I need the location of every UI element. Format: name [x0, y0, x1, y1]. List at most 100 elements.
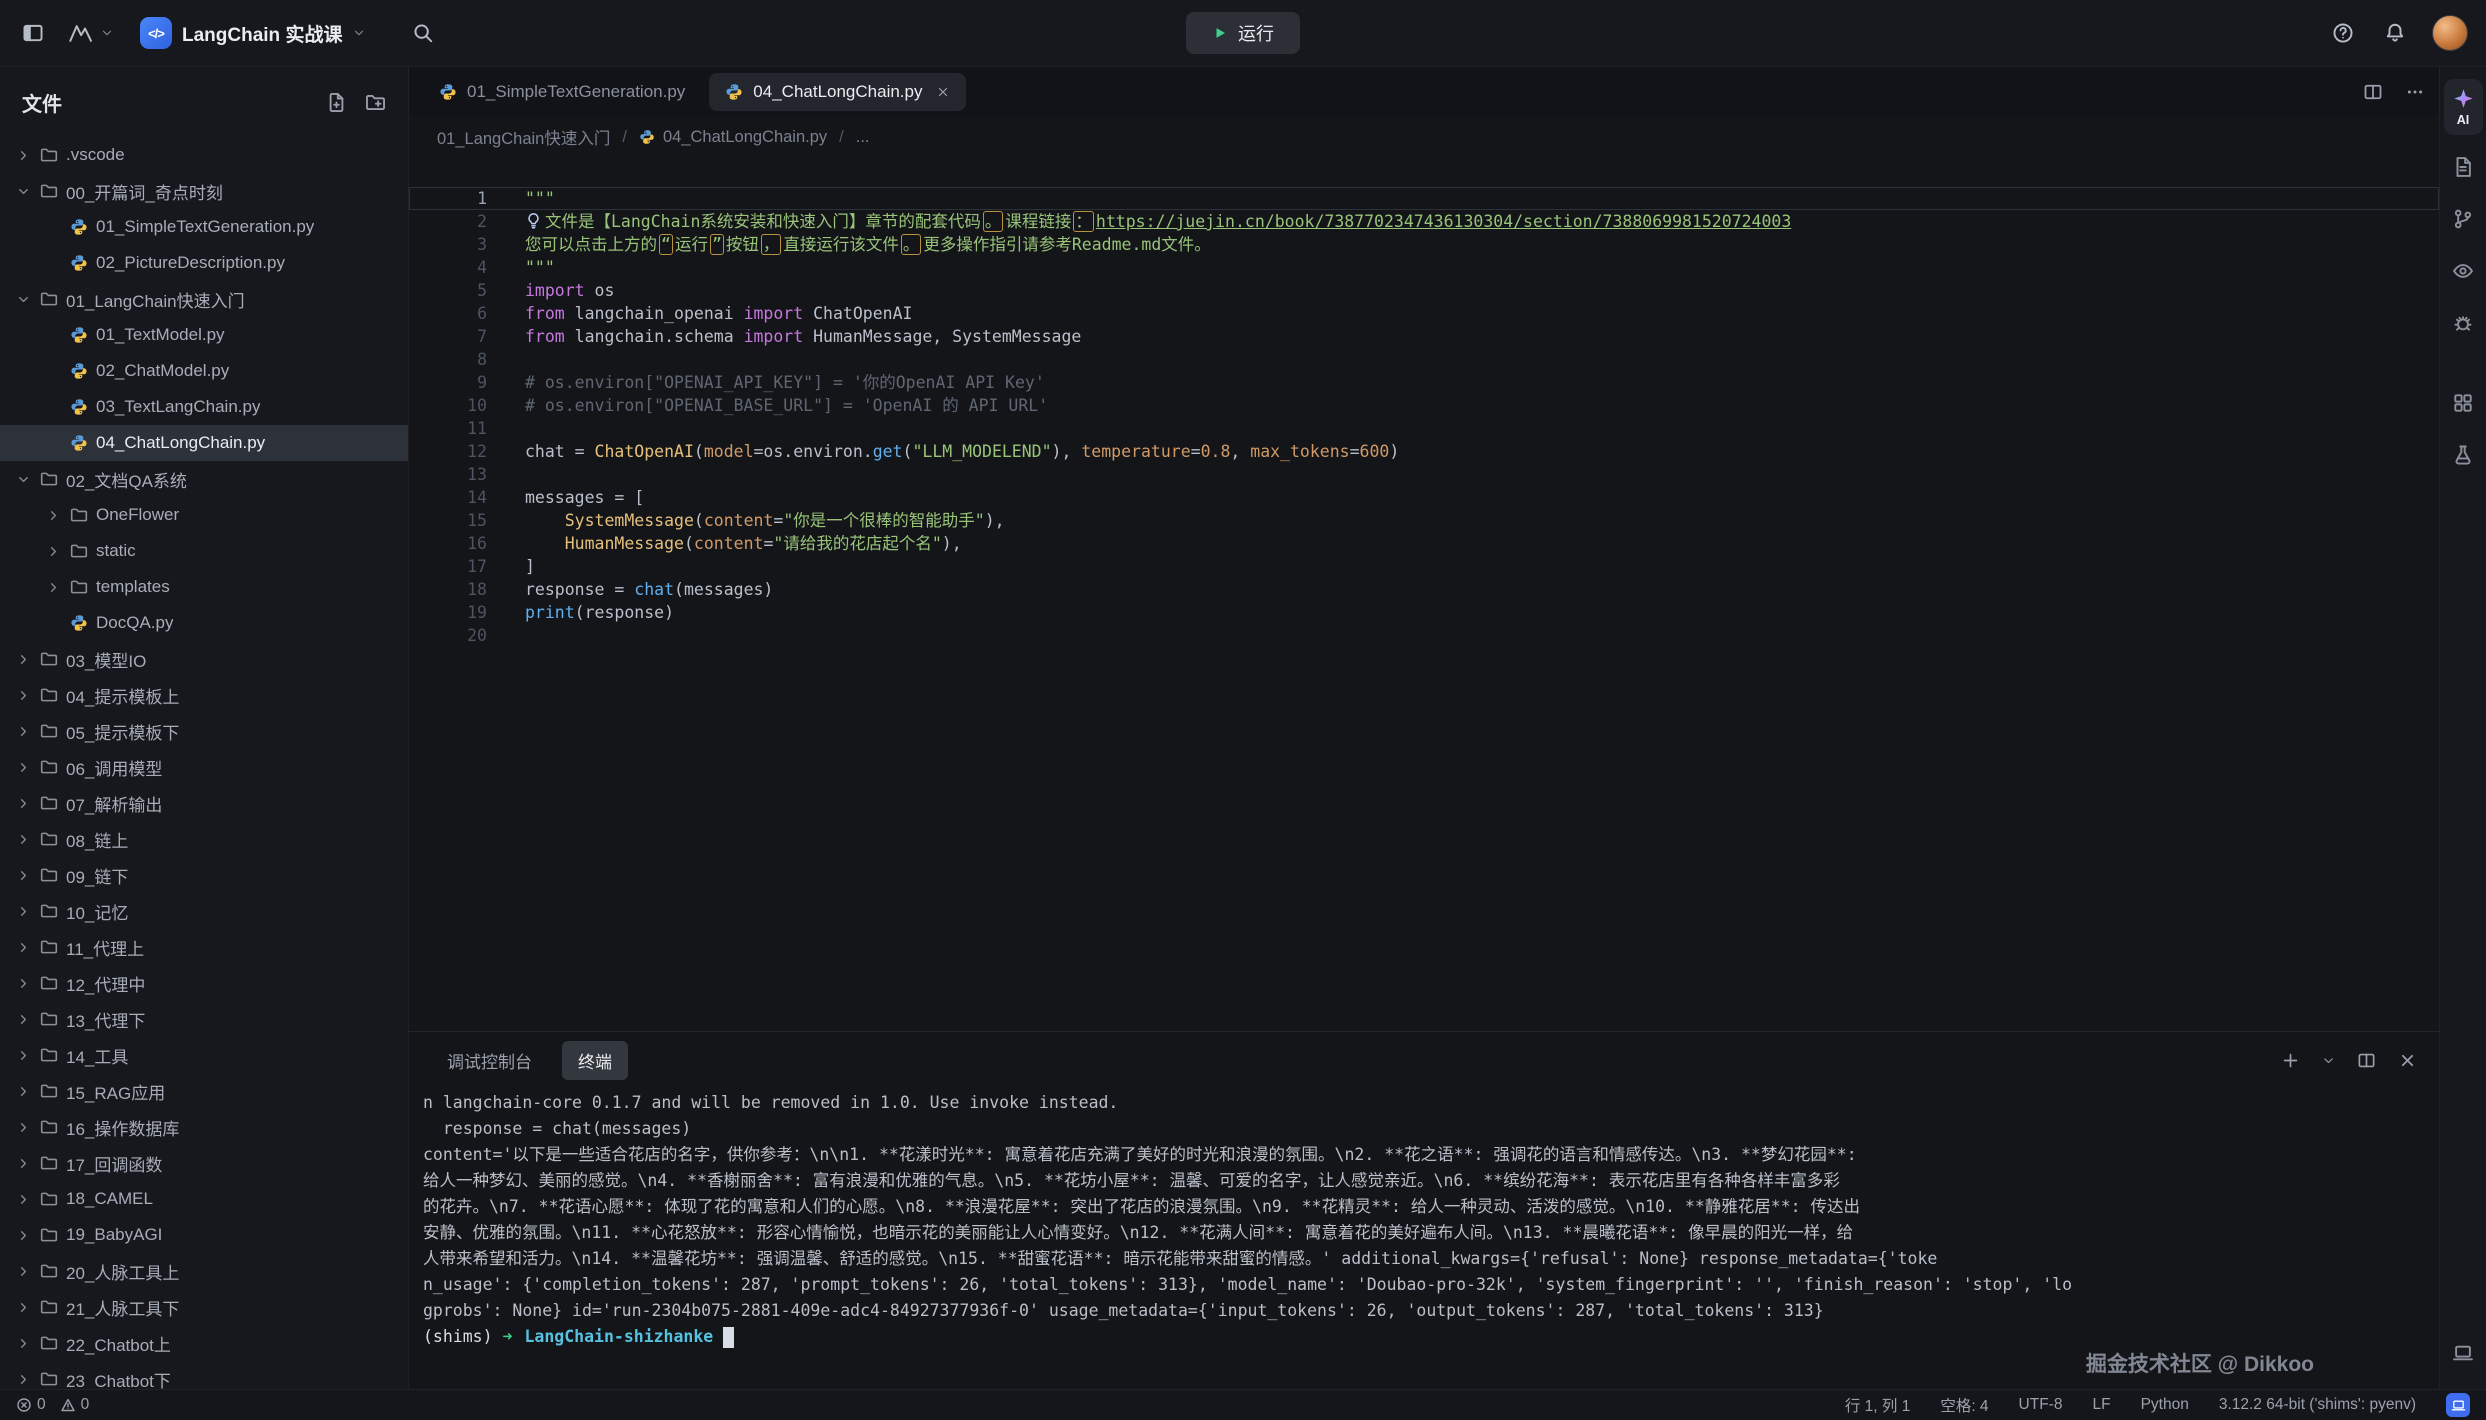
tree-item-01_langchain-[interactable]: 01_LangChain快速入门	[0, 281, 408, 317]
tree-item-12_-[interactable]: 12_代理中	[0, 965, 408, 1001]
tree-item-17_-[interactable]: 17_回调函数	[0, 1145, 408, 1181]
ai-assistant-button[interactable]: AI	[2444, 79, 2483, 135]
tree-item-13_-[interactable]: 13_代理下	[0, 1001, 408, 1037]
tree-item-static[interactable]: static	[0, 533, 408, 569]
course-link[interactable]: https://juejin.cn/book/73877023474361303…	[1096, 212, 1791, 231]
split-editor-icon[interactable]	[2363, 82, 2383, 102]
code-line[interactable]: 16 HumanMessage(content="请给我的花店起个名"),	[409, 532, 2439, 555]
code-line[interactable]: 14messages = [	[409, 486, 2439, 509]
testing-button[interactable]	[2444, 435, 2483, 475]
tree-item-15_rag-[interactable]: 15_RAG应用	[0, 1073, 408, 1109]
tree-item-01_simpletextgeneration-py[interactable]: 01_SimpleTextGeneration.py	[0, 209, 408, 245]
new-file-icon[interactable]	[326, 92, 347, 113]
debug-button[interactable]	[2444, 303, 2483, 343]
tree-item-18_camel[interactable]: 18_CAMEL	[0, 1181, 408, 1217]
tree-item-04_-[interactable]: 04_提示模板上	[0, 677, 408, 713]
tree-item-templates[interactable]: templates	[0, 569, 408, 605]
tree-item-20_-[interactable]: 20_人脉工具上	[0, 1253, 408, 1289]
tree-item-06_-[interactable]: 06_调用模型	[0, 749, 408, 785]
notifications-button[interactable]	[2380, 18, 2410, 48]
statusbar-item[interactable]: LF	[2092, 1396, 2110, 1414]
source-control-button[interactable]	[2444, 199, 2483, 239]
code-line[interactable]: 9# os.environ["OPENAI_API_KEY"] = '你的Ope…	[409, 371, 2439, 394]
tree-item-03_-io[interactable]: 03_模型IO	[0, 641, 408, 677]
code-line[interactable]: 11	[409, 417, 2439, 440]
tree-item-00_-_-[interactable]: 00_开篇词_奇点时刻	[0, 173, 408, 209]
tree-item-02_-qa-[interactable]: 02_文档QA系统	[0, 461, 408, 497]
more-actions-icon[interactable]	[2405, 82, 2425, 102]
preview-button[interactable]	[2444, 251, 2483, 291]
sidebar-toggle-button[interactable]	[18, 18, 48, 48]
tree-item-oneflower[interactable]: OneFlower	[0, 497, 408, 533]
tree-item--vscode[interactable]: .vscode	[0, 137, 408, 173]
search-button[interactable]	[408, 18, 438, 48]
code-line[interactable]: 6from langchain_openai import ChatOpenAI	[409, 302, 2439, 325]
editor-tab-active[interactable]: 04_ChatLongChain.py	[709, 73, 966, 111]
help-button[interactable]	[2328, 18, 2358, 48]
tree-item-23_chatbot-[interactable]: 23_Chatbot下	[0, 1361, 408, 1389]
breadcrumb-item[interactable]: ...	[856, 128, 870, 147]
editor-tab-inactive[interactable]: 01_SimpleTextGeneration.py	[423, 73, 701, 111]
terminal-output[interactable]: n langchain-core 0.1.7 and will be remov…	[409, 1088, 2439, 1389]
code-line[interactable]: 8	[409, 348, 2439, 371]
code-line[interactable]: 13	[409, 463, 2439, 486]
code-line[interactable]: 15 SystemMessage(content="你是一个很棒的智能助手"),	[409, 509, 2439, 532]
statusbar-item[interactable]: 3.12.2 64-bit ('shims': pyenv)	[2219, 1396, 2416, 1414]
tree-item-11_-[interactable]: 11_代理上	[0, 929, 408, 965]
error-count[interactable]: 0	[16, 1396, 46, 1414]
warning-count[interactable]: 0	[60, 1396, 90, 1414]
code-line[interactable]: 10# os.environ["OPENAI_BASE_URL"] = 'Ope…	[409, 394, 2439, 417]
code-line[interactable]: 5import os	[409, 279, 2439, 302]
breadcrumb-item[interactable]: 04_ChatLongChain.py	[639, 128, 827, 147]
code-line[interactable]: 17]	[409, 555, 2439, 578]
code-line[interactable]: 20	[409, 624, 2439, 647]
code-line[interactable]: 19print(response)	[409, 601, 2439, 624]
extensions-button[interactable]	[2444, 383, 2483, 423]
tree-item-19_babyagi[interactable]: 19_BabyAGI	[0, 1217, 408, 1253]
problems-indicator[interactable]: 00	[16, 1396, 89, 1414]
tree-item-02_picturedescription-py[interactable]: 02_PictureDescription.py	[0, 245, 408, 281]
user-avatar[interactable]	[2432, 15, 2468, 51]
panel-tab[interactable]: 调试控制台	[431, 1041, 548, 1080]
panel-tab[interactable]: 终端	[562, 1041, 628, 1080]
code-line[interactable]: 4"""	[409, 256, 2439, 279]
statusbar-item[interactable]: 行 1, 列 1	[1845, 1394, 1910, 1416]
close-panel-icon[interactable]	[2398, 1051, 2417, 1070]
terminal-dropdown-icon[interactable]	[2322, 1054, 2335, 1067]
breadcrumb-item[interactable]: 01_LangChain快速入门	[437, 125, 610, 149]
tree-item-04_chatlongchain-py[interactable]: 04_ChatLongChain.py	[0, 425, 408, 461]
statusbar-item[interactable]: 空格: 4	[1940, 1394, 1988, 1416]
code-line[interactable]: 1"""	[409, 187, 2439, 210]
split-panel-icon[interactable]	[2357, 1051, 2376, 1070]
docs-button[interactable]	[2444, 147, 2483, 187]
tree-item-08_-[interactable]: 08_链上	[0, 821, 408, 857]
tree-item-07_-[interactable]: 07_解析输出	[0, 785, 408, 821]
code-line[interactable]: 12chat = ChatOpenAI(model=os.environ.get…	[409, 440, 2439, 463]
code-line[interactable]: 2文件是【LangChain系统安装和快速入门】章节的配套代码。课程链接：htt…	[409, 210, 2439, 233]
tree-item-21_-[interactable]: 21_人脉工具下	[0, 1289, 408, 1325]
new-folder-icon[interactable]	[365, 92, 386, 113]
tree-item-16_-[interactable]: 16_操作数据库	[0, 1109, 408, 1145]
code-editor[interactable]: 1"""2文件是【LangChain系统安装和快速入门】章节的配套代码。课程链接…	[409, 157, 2439, 1031]
code-line[interactable]: 3您可以点击上方的“运行”按钮，直接运行该文件。更多操作指引请参考Readme.…	[409, 233, 2439, 256]
terminal-prompt[interactable]: (shims)➜LangChain-shizhanke	[423, 1324, 2423, 1350]
tree-item-10_-[interactable]: 10_记忆	[0, 893, 408, 929]
tree-item-05_-[interactable]: 05_提示模板下	[0, 713, 408, 749]
tree-item-docqa-py[interactable]: DocQA.py	[0, 605, 408, 641]
code-line[interactable]: 7from langchain.schema import HumanMessa…	[409, 325, 2439, 348]
tree-item-09_-[interactable]: 09_链下	[0, 857, 408, 893]
new-terminal-icon[interactable]	[2281, 1051, 2300, 1070]
code-line[interactable]: 18response = chat(messages)	[409, 578, 2439, 601]
project-switcher[interactable]: </> LangChain 实战课	[140, 17, 366, 49]
tree-item-22_chatbot-[interactable]: 22_Chatbot上	[0, 1325, 408, 1361]
statusbar-item[interactable]: Python	[2141, 1396, 2189, 1414]
tree-item-01_textmodel-py[interactable]: 01_TextModel.py	[0, 317, 408, 353]
statusbar-item[interactable]: UTF-8	[2019, 1396, 2063, 1414]
remote-status-button[interactable]	[2446, 1393, 2470, 1417]
tree-item-14_-[interactable]: 14_工具	[0, 1037, 408, 1073]
tree-item-02_chatmodel-py[interactable]: 02_ChatModel.py	[0, 353, 408, 389]
app-logo-button[interactable]	[64, 19, 118, 47]
remote-button[interactable]	[2444, 1333, 2483, 1373]
run-button[interactable]: 运行	[1186, 12, 1300, 54]
close-tab-icon[interactable]	[936, 85, 950, 99]
